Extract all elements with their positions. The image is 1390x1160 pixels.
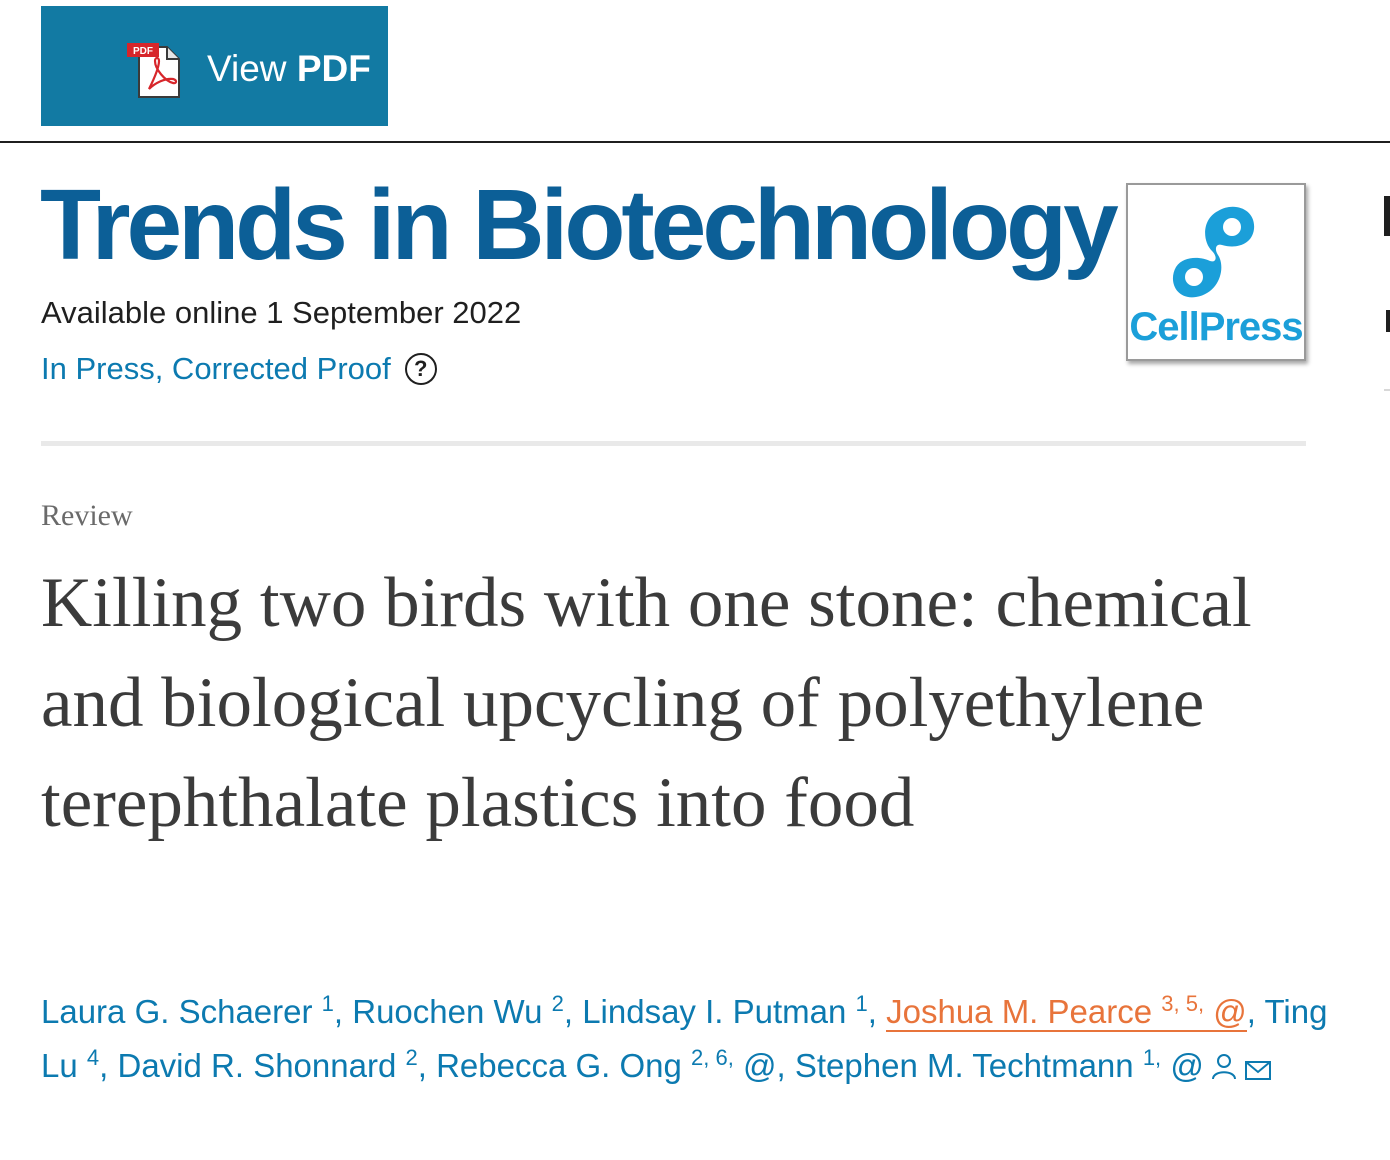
person-icon[interactable] — [1210, 1051, 1238, 1081]
author-name: Laura G. Schaerer — [41, 993, 313, 1030]
author-name: Joshua M. Pearce — [886, 993, 1153, 1030]
author-link-highlighted[interactable]: Joshua M. Pearce 3, 5, @ — [886, 993, 1247, 1032]
cropped-edge-divider — [1384, 389, 1390, 391]
affiliation-ref[interactable]: 1 — [322, 991, 334, 1016]
email-icon[interactable]: @ — [743, 1047, 777, 1084]
affiliation-ref[interactable]: 3, 5, — [1161, 991, 1204, 1016]
view-label: View — [207, 48, 287, 89]
author-link[interactable]: David R. Shonnard 2 — [117, 1045, 417, 1085]
help-icon[interactable]: ? — [404, 353, 437, 385]
affiliation-ref[interactable]: 2 — [405, 1045, 417, 1070]
author-separator: , — [333, 993, 353, 1030]
affiliation-ref[interactable]: 1 — [856, 991, 868, 1016]
author-link[interactable]: Laura G. Schaerer 1 — [41, 991, 334, 1031]
author-name: Rebecca G. Ong — [436, 1047, 682, 1084]
envelope-icon[interactable] — [1244, 1059, 1272, 1081]
author-link[interactable]: Ruochen Wu 2 — [352, 991, 564, 1031]
journal-title[interactable]: Trends in Biotechnology — [40, 170, 1119, 280]
article-title: Killing two birds with one stone: chemic… — [41, 564, 1252, 842]
cellpress-logo — [1172, 206, 1255, 298]
article-type: Review — [41, 499, 133, 532]
author-link[interactable]: Rebecca G. Ong 2, 6, @ — [436, 1045, 777, 1085]
pdf-label: PDF — [296, 48, 371, 89]
author-name: Stephen M. Techtmann — [794, 1047, 1134, 1084]
author-separator: , — [1246, 993, 1265, 1030]
email-icon[interactable]: @ — [1170, 1047, 1204, 1084]
author-separator: , — [867, 993, 887, 1030]
email-icon[interactable]: @ — [1213, 993, 1247, 1030]
view-pdf-label: View PDF — [207, 48, 371, 90]
cropped-edge-element — [1384, 196, 1390, 236]
author-name: David R. Shonnard — [117, 1047, 397, 1084]
affiliation-ref[interactable]: 1, — [1143, 1045, 1161, 1070]
author-link[interactable]: Lindsay I. Putman 1 — [582, 991, 868, 1031]
affiliation-ref[interactable]: 2 — [552, 991, 564, 1016]
journal-cover[interactable]: CellPress — [1126, 183, 1306, 361]
author-list: Laura G. Schaerer 1, Ruochen Wu 2, Linds… — [41, 985, 1331, 1093]
cellpress-text: CellPress — [1129, 305, 1303, 349]
pdf-file-icon: PDF — [127, 43, 180, 98]
publication-status: In Press, Corrected Proof ? — [41, 351, 437, 387]
status-link[interactable]: In Press, Corrected Proof — [41, 351, 391, 387]
author-separator: , — [563, 993, 583, 1030]
availability-date: Available online 1 September 2022 — [41, 295, 522, 330]
author-name: Lindsay I. Putman — [582, 993, 847, 1030]
author-separator: , — [776, 1047, 795, 1084]
author-link[interactable]: Stephen M. Techtmann 1, @ — [795, 1047, 1272, 1084]
view-pdf-button[interactable]: PDF View PDF — [41, 6, 388, 126]
author-separator: , — [99, 1047, 118, 1084]
affiliation-ref[interactable]: 2, 6, — [691, 1045, 734, 1070]
cropped-edge-element — [1386, 310, 1390, 332]
author-name: Ruochen Wu — [352, 993, 543, 1030]
top-divider — [0, 141, 1390, 143]
pdf-icon-text: PDF — [133, 46, 153, 57]
affiliation-ref[interactable]: 4 — [87, 1045, 99, 1070]
author-separator: , — [417, 1047, 437, 1084]
section-divider — [41, 441, 1306, 446]
